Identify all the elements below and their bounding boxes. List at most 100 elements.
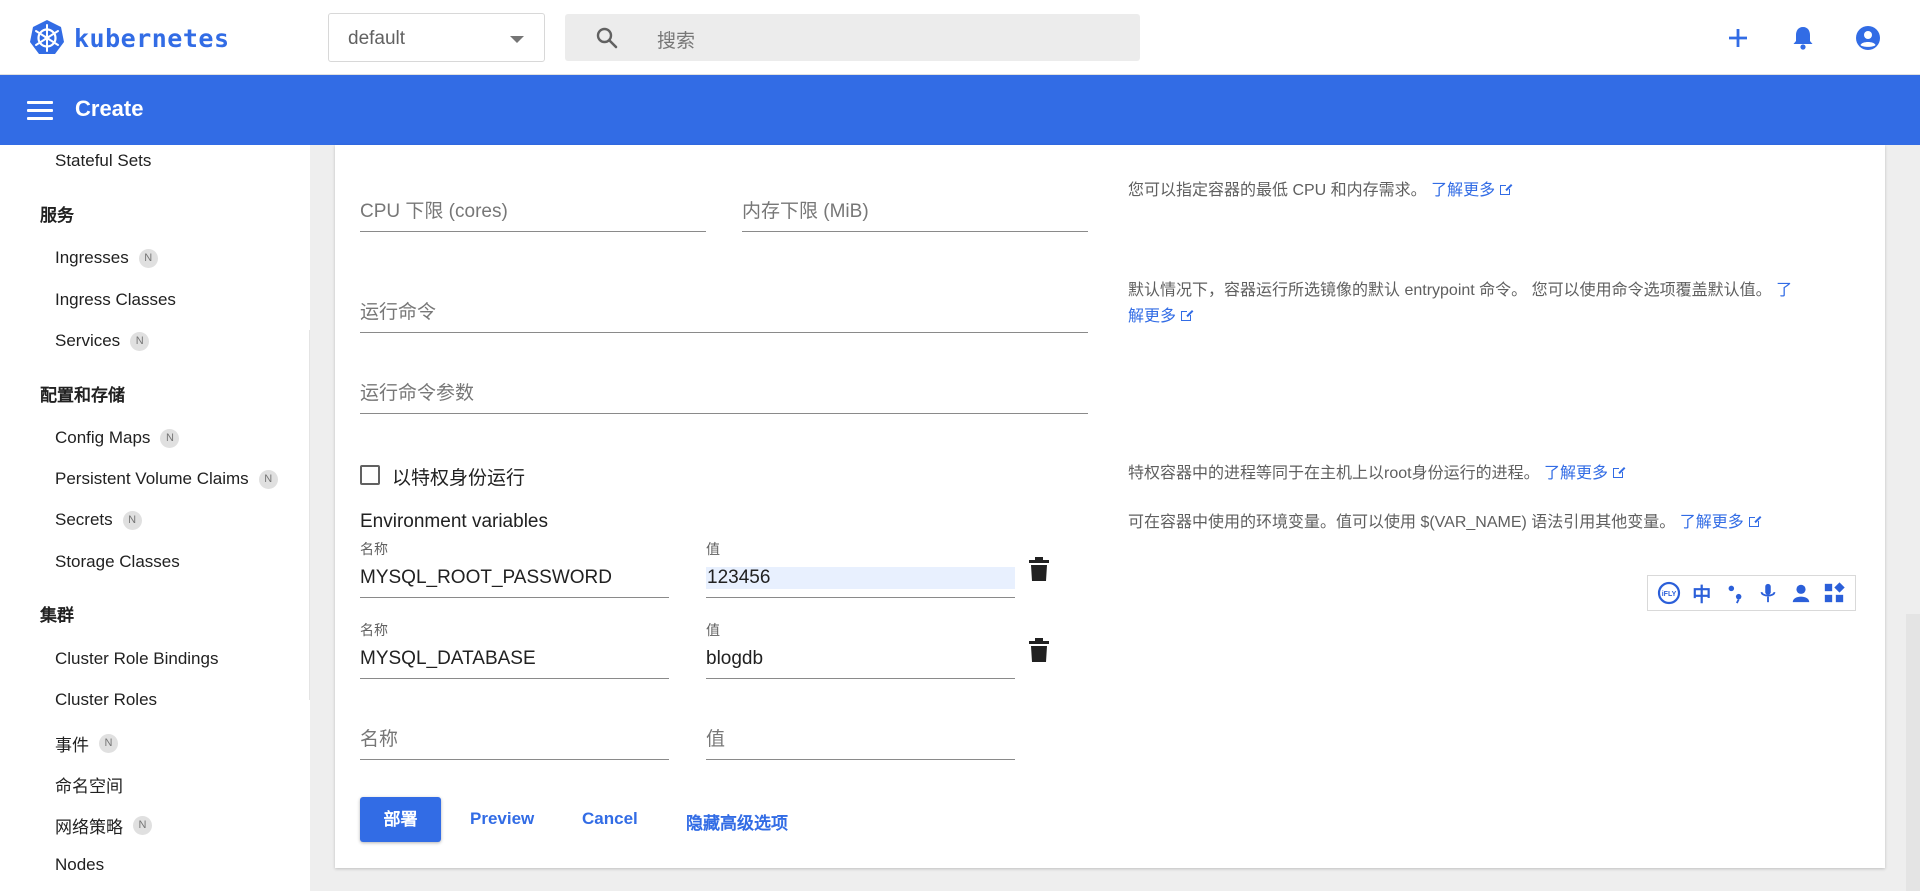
env-vars-help-text: 可在容器中使用的环境变量。值可以使用 $(VAR_NAME) 语法引用其他变量。…: [1128, 510, 1848, 536]
cancel-button[interactable]: Cancel: [582, 809, 638, 829]
new-env-name-field[interactable]: 名称: [360, 718, 669, 760]
account-icon[interactable]: [1854, 24, 1882, 52]
sidebar-item-secrets[interactable]: Secrets N: [55, 510, 142, 530]
memory-placeholder: 内存下限 (MiB): [742, 201, 869, 222]
privileged-label: 以特权身份运行: [392, 468, 526, 489]
sidebar-item-config-maps[interactable]: Config Maps N: [55, 428, 180, 448]
env-name-value: MYSQL_ROOT_PASSWORD: [360, 567, 612, 588]
sidebar-item-storage-classes[interactable]: Storage Classes: [55, 552, 180, 572]
delete-icon[interactable]: [1028, 556, 1050, 582]
top-app-bar: kubernetes default 搜索: [0, 0, 1920, 75]
learn-more-label-end: 解更多: [1128, 308, 1177, 325]
sidebar-item-events[interactable]: 事件 N: [55, 731, 118, 756]
env-vars-title: Environment variables: [360, 511, 548, 532]
learn-more-link[interactable]: 了解更多: [1431, 182, 1513, 199]
create-form-card: CPU 下限 (cores) 内存下限 (MiB) 您可以指定容器的最低 CPU…: [335, 145, 1885, 868]
namespace-value: default: [348, 28, 406, 49]
env-value-label: 值: [706, 541, 720, 557]
ime-toolbar: iFLY 中: [1647, 575, 1856, 611]
sidebar-item-label: Nodes: [55, 855, 105, 874]
open-in-new-icon: [1613, 466, 1626, 478]
punctuation-icon[interactable]: [1723, 581, 1747, 605]
sidebar-divider: [309, 330, 310, 700]
new-env-name-placeholder: 名称: [360, 729, 399, 750]
open-in-new-icon: [1181, 309, 1194, 321]
delete-icon[interactable]: [1028, 637, 1050, 663]
sidebar-section-config-storage: 配置和存储: [40, 386, 125, 405]
privileged-help-label: 特权容器中的进程等同于在主机上以root身份运行的进程。: [1128, 465, 1540, 482]
sidebar-item-label: 命名空间: [55, 777, 123, 796]
sidebar-item-ingresses[interactable]: Ingresses N: [55, 248, 158, 268]
privileged-checkbox[interactable]: [360, 465, 380, 485]
env-value-field[interactable]: 值 123456: [706, 541, 1015, 598]
namespace-selector[interactable]: default: [328, 13, 545, 62]
open-in-new-icon: [1500, 183, 1513, 195]
sidebar-item-services[interactable]: Services N: [55, 331, 150, 351]
sidebar-item-cluster-roles[interactable]: Cluster Roles: [55, 690, 157, 710]
kubernetes-logo[interactable]: kubernetes: [28, 19, 230, 57]
sidebar-item-label: Config Maps: [55, 428, 151, 447]
sidebar-section-service: 服务: [40, 206, 74, 225]
open-in-new-icon: [1748, 515, 1761, 527]
command-help-label: 默认情况下，容器运行所选镜像的默认 entrypoint 命令。 您可以使用命令…: [1128, 282, 1772, 299]
sidebar-item-label: Storage Classes: [55, 552, 180, 571]
env-value-value: blogdb: [706, 648, 764, 669]
sidebar-item-label: Ingress Classes: [55, 290, 176, 309]
env-value-label: 值: [706, 622, 720, 638]
user-icon[interactable]: [1789, 581, 1813, 605]
add-icon[interactable]: [1724, 24, 1752, 52]
sidebar-item-label: 网络策略: [55, 818, 123, 837]
ifly-logo-icon[interactable]: iFLY: [1657, 581, 1681, 605]
sidebar-item-stateful-sets[interactable]: Stateful Sets: [55, 151, 151, 171]
namespaced-badge: N: [133, 816, 152, 835]
sidebar-item-cluster-role-bindings[interactable]: Cluster Role Bindings: [55, 649, 218, 669]
brand-name: kubernetes: [74, 23, 230, 53]
namespaced-badge: N: [258, 469, 278, 489]
namespaced-badge: N: [122, 510, 142, 530]
kubernetes-wheel-icon: [30, 20, 64, 54]
sidebar-item-label: Cluster Role Bindings: [55, 649, 219, 668]
hide-advanced-options-button[interactable]: 隐藏高级选项: [686, 809, 788, 834]
learn-more-label: 了解更多: [1431, 182, 1496, 199]
env-value-field[interactable]: 值 blogdb: [706, 622, 1015, 679]
learn-more-label: 了解更多: [1679, 514, 1744, 531]
run-command-args-field[interactable]: 运行命令参数: [360, 372, 1088, 414]
env-name-field[interactable]: 名称 MYSQL_DATABASE: [360, 622, 669, 679]
sidebar-item-label: Cluster Roles: [55, 690, 158, 709]
svg-text:iFLY: iFLY: [1661, 591, 1676, 598]
page-scrollbar[interactable]: [1906, 614, 1920, 891]
learn-more-link[interactable]: 了解更多: [1679, 514, 1761, 531]
menu-icon[interactable]: [27, 101, 53, 121]
sidebar-item-persistent-volume-claims[interactable]: Persistent Volume Claims N: [55, 469, 278, 489]
sidebar-section-cluster: 集群: [40, 606, 74, 625]
sidebar-item-network-policies[interactable]: 网络策略 N: [55, 813, 152, 838]
learn-more-link[interactable]: 了解更多: [1544, 465, 1626, 482]
apps-icon[interactable]: [1822, 581, 1846, 605]
preview-button[interactable]: Preview: [470, 809, 534, 829]
search-input[interactable]: 搜索: [565, 14, 1140, 61]
cpu-requirement-field[interactable]: CPU 下限 (cores): [360, 190, 706, 232]
resources-help-label: 您可以指定容器的最低 CPU 和内存需求。: [1128, 182, 1427, 199]
cpu-placeholder: CPU 下限 (cores): [360, 201, 508, 222]
sidebar-item-label: Services: [55, 331, 121, 350]
env-value-value: 123456: [706, 567, 1015, 589]
sidebar-item-label: 事件: [55, 736, 89, 755]
microphone-icon[interactable]: [1756, 581, 1780, 605]
env-vars-help-label: 可在容器中使用的环境变量。值可以使用 $(VAR_NAME) 语法引用其他变量。: [1128, 514, 1676, 531]
run-command-placeholder: 运行命令: [360, 302, 437, 323]
namespaced-badge: N: [130, 331, 150, 351]
sidebar-item-label: Persistent Volume Claims: [55, 469, 249, 488]
chinese-input-mode[interactable]: 中: [1690, 581, 1714, 606]
env-name-field[interactable]: 名称 MYSQL_ROOT_PASSWORD: [360, 541, 669, 598]
memory-requirement-field[interactable]: 内存下限 (MiB): [742, 190, 1088, 232]
search-placeholder: 搜索: [657, 31, 696, 52]
notifications-icon[interactable]: [1789, 24, 1817, 52]
new-env-value-field[interactable]: 值: [706, 718, 1015, 760]
page-title: Create: [75, 96, 144, 121]
run-command-field[interactable]: 运行命令: [360, 291, 1088, 333]
sidebar-item-ingress-classes[interactable]: Ingress Classes: [55, 290, 176, 310]
sidebar-item-nodes[interactable]: Nodes: [55, 855, 104, 875]
run-command-args-placeholder: 运行命令参数: [360, 383, 475, 404]
deploy-button[interactable]: 部署: [360, 797, 441, 842]
sidebar-item-namespaces[interactable]: 命名空间: [55, 772, 123, 797]
